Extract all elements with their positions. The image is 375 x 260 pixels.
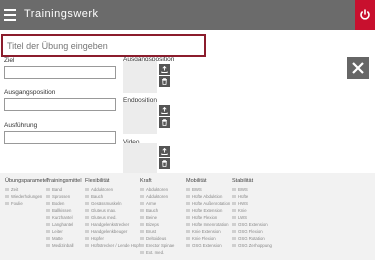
category-item[interactable]: Adduktoren xyxy=(140,193,174,200)
category-item[interactable]: Hüfte Innenrotation xyxy=(186,221,230,228)
category-item[interactable]: Adduktoren xyxy=(85,186,144,193)
upload-icon xyxy=(161,66,168,73)
category-item[interactable]: Hüfte Extension xyxy=(186,207,230,214)
category-item[interactable]: Zeit xyxy=(5,186,49,193)
category-item[interactable]: Bizeps xyxy=(140,221,174,228)
upload-icon xyxy=(161,107,168,114)
category-item[interactable]: Hüfte Abduktion xyxy=(186,193,230,200)
category-column: Übungsparameter Zeit Wiederholungen Foul… xyxy=(5,178,49,207)
category-item[interactable]: Gesässmuskeln xyxy=(85,200,144,207)
category-item[interactable]: Beine xyxy=(140,214,174,221)
category-column: Stabilität BWS Hüfte HWS Knie LWS OSG Ex… xyxy=(232,178,272,249)
ausfuehrung-field[interactable] xyxy=(4,131,116,144)
start-upload-button[interactable] xyxy=(159,64,170,75)
close-icon xyxy=(352,62,364,74)
video-placeholder xyxy=(123,143,157,175)
category-panel: Übungsparameter Zeit Wiederholungen Foul… xyxy=(0,173,375,260)
end-upload-button[interactable] xyxy=(159,105,170,116)
video-delete-button[interactable] xyxy=(159,158,170,169)
category-heading: Kraft xyxy=(140,178,152,184)
ziel-field[interactable] xyxy=(4,66,116,79)
category-item[interactable]: Matte xyxy=(46,235,82,242)
ausgangsposition-label: Ausgangsposition xyxy=(4,89,56,96)
category-item[interactable]: Hüfte Außenrotation xyxy=(186,200,230,207)
category-item[interactable]: Gluteus max. xyxy=(85,207,144,214)
category-item[interactable]: Hüfte xyxy=(232,193,272,200)
category-item[interactable]: Knie Extension xyxy=(186,228,230,235)
category-item[interactable]: Abduktoren xyxy=(140,186,174,193)
end-delete-button[interactable] xyxy=(159,117,170,128)
category-heading: Übungsparameter xyxy=(5,178,50,184)
category-item[interactable]: Ballkissen xyxy=(46,207,82,214)
brand-logo: Trainingswerk xyxy=(24,8,99,20)
category-item[interactable]: OSG Zerhoppung xyxy=(232,242,272,249)
category-item[interactable]: Boden xyxy=(46,200,82,207)
category-item[interactable]: OSG Flexion xyxy=(232,228,272,235)
category-item[interactable]: Hüfte Flexion xyxy=(186,214,230,221)
end-image-placeholder xyxy=(123,102,157,134)
top-bar: Trainingswerk xyxy=(0,0,375,30)
ziel-label: Ziel xyxy=(4,57,15,64)
category-item[interactable]: LWS xyxy=(232,214,272,221)
category-item[interactable]: Knie Flexion xyxy=(186,235,230,242)
video-upload-button[interactable] xyxy=(159,146,170,157)
category-item[interactable]: Gluteus med. xyxy=(85,214,144,221)
category-item[interactable]: Brust xyxy=(140,228,174,235)
category-heading: Trainingsmittel xyxy=(46,178,82,184)
category-heading: Flexibilität xyxy=(85,178,110,184)
category-column: Mobilität BWS Hüfte Abduktion Hüfte Auße… xyxy=(186,178,230,249)
category-item[interactable]: Langhantel xyxy=(46,221,82,228)
close-button[interactable] xyxy=(347,57,369,79)
category-item[interactable]: Handgelenkstrecker xyxy=(85,221,144,228)
category-item[interactable]: Band xyxy=(46,186,82,193)
ausgangsposition-field[interactable] xyxy=(4,98,116,111)
category-item[interactable]: BWS xyxy=(186,186,230,193)
category-item[interactable]: Hüftstrecker / Lende Hüpfer xyxy=(85,242,144,249)
category-item[interactable]: Hüpfer xyxy=(85,235,144,242)
category-item[interactable]: OSG Extension xyxy=(186,242,230,249)
category-item[interactable]: Sprossen xyxy=(46,193,82,200)
trash-icon xyxy=(162,160,167,167)
menu-icon[interactable] xyxy=(4,9,16,21)
exercise-title-input[interactable] xyxy=(1,34,206,57)
power-button[interactable] xyxy=(355,0,375,30)
category-item[interactable]: Erector Spinae xyxy=(140,242,174,249)
category-item[interactable]: Foulie xyxy=(5,200,49,207)
category-item[interactable]: OSG Extension xyxy=(232,221,272,228)
trash-icon xyxy=(162,119,167,126)
category-column: Flexibilität Adduktoren Bauch Gesässmusk… xyxy=(85,178,144,249)
category-item[interactable]: Handgelenkbeuger xyxy=(85,228,144,235)
category-item[interactable]: Arme xyxy=(140,200,174,207)
start-image-placeholder xyxy=(123,61,157,93)
category-item[interactable]: BWS xyxy=(232,186,272,193)
category-item[interactable]: Deltoideus xyxy=(140,235,174,242)
category-item[interactable]: Bauch xyxy=(85,193,144,200)
start-delete-button[interactable] xyxy=(159,76,170,87)
category-item[interactable]: Leiter xyxy=(46,228,82,235)
category-item[interactable]: HWS xyxy=(232,200,272,207)
upload-icon xyxy=(161,148,168,155)
category-item[interactable]: Kurzhantel xyxy=(46,214,82,221)
trash-icon xyxy=(162,78,167,85)
category-item[interactable]: Wiederholungen xyxy=(5,193,49,200)
ausfuehrung-label: Ausführung xyxy=(4,122,38,129)
power-icon xyxy=(360,9,370,20)
category-heading: Mobilität xyxy=(186,178,207,184)
category-column: Trainingsmittel Band Sprossen Boden Ball… xyxy=(46,178,82,249)
category-item[interactable]: Bauch xyxy=(140,207,174,214)
category-item[interactable]: Ext. med. xyxy=(140,249,174,256)
category-item[interactable]: Medizinball xyxy=(46,242,82,249)
category-item[interactable]: OSG Rotation xyxy=(232,235,272,242)
category-heading: Stabilität xyxy=(232,178,254,184)
category-item[interactable]: Knie xyxy=(232,207,272,214)
category-column: Kraft Abduktoren Adduktoren Arme Bauch B… xyxy=(140,178,174,256)
